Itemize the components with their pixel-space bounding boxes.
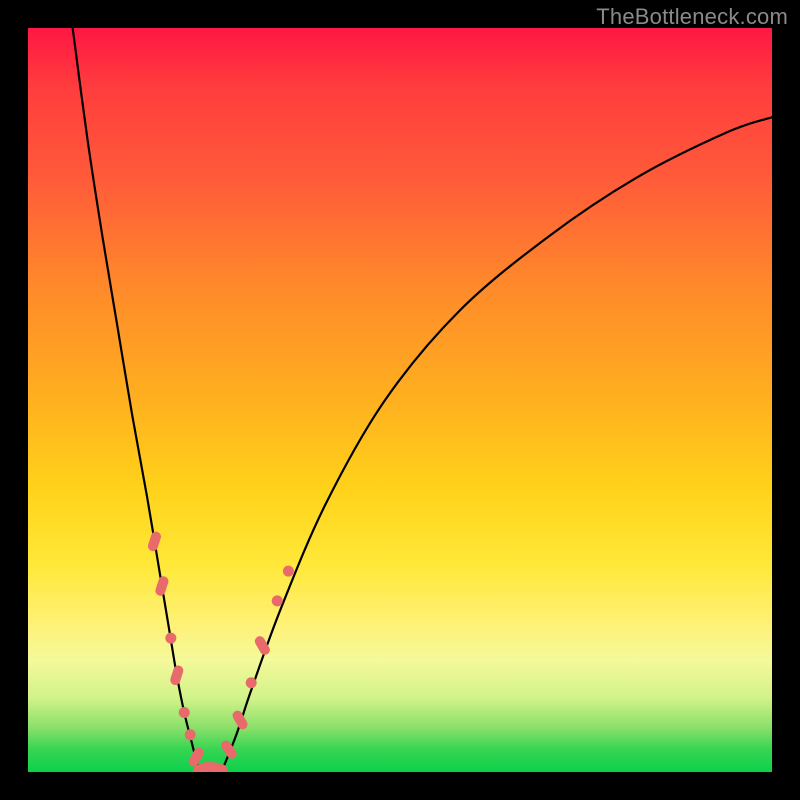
marker-pill-0: [147, 530, 163, 552]
marker-dot-2: [165, 633, 176, 644]
chart-frame: TheBottleneck.com: [0, 0, 800, 800]
marker-pill-9: [219, 739, 239, 761]
marker-dot-5: [185, 729, 196, 740]
marker-pill-1: [154, 575, 170, 597]
curve-right-branch: [221, 117, 772, 772]
marker-dot-4: [179, 707, 190, 718]
marker-dot-13: [272, 595, 283, 606]
marker-dot-11: [246, 677, 257, 688]
marker-pill-10: [231, 709, 250, 731]
marker-pill-3: [169, 664, 185, 686]
plot-area: [28, 28, 772, 772]
watermark-text: TheBottleneck.com: [596, 4, 788, 30]
curve-left-branch: [73, 28, 199, 772]
marker-dot-14: [283, 566, 294, 577]
bottleneck-curve: [28, 28, 772, 772]
